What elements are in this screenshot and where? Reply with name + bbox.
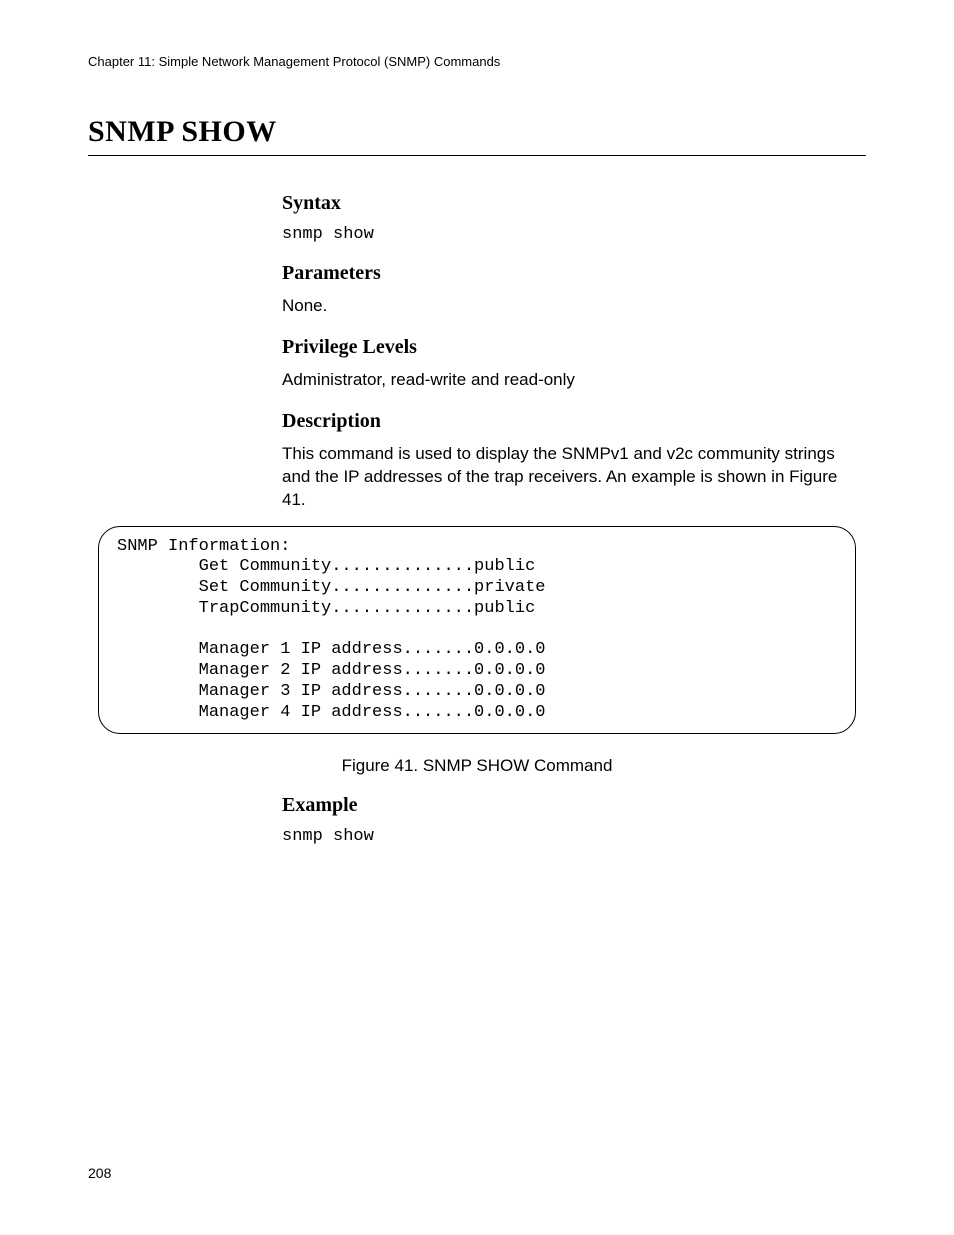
section-heading-parameters: Parameters — [282, 262, 856, 285]
page-number: 208 — [88, 1165, 111, 1181]
section-heading-privilege: Privilege Levels — [282, 336, 856, 359]
figure-caption: Figure 41. SNMP SHOW Command — [88, 756, 866, 776]
body-column: Syntax snmp show Parameters None. Privil… — [282, 192, 856, 512]
parameters-text: None. — [282, 295, 856, 318]
figure-content: SNMP Information: Get Community.........… — [117, 537, 837, 724]
description-text: This command is used to display the SNMP… — [282, 443, 856, 512]
section-heading-example: Example — [282, 794, 856, 817]
running-header: Chapter 11: Simple Network Management Pr… — [88, 54, 866, 69]
figure-box: SNMP Information: Get Community.........… — [98, 526, 856, 735]
section-heading-description: Description — [282, 410, 856, 433]
body-column-2: Example snmp show — [282, 794, 856, 846]
example-code: snmp show — [282, 827, 856, 846]
privilege-text: Administrator, read-write and read-only — [282, 369, 856, 392]
title-rule: SNMP SHOW — [88, 115, 866, 156]
syntax-code: snmp show — [282, 225, 856, 244]
page: Chapter 11: Simple Network Management Pr… — [0, 0, 954, 1235]
page-title: SNMP SHOW — [88, 115, 277, 148]
section-heading-syntax: Syntax — [282, 192, 856, 215]
